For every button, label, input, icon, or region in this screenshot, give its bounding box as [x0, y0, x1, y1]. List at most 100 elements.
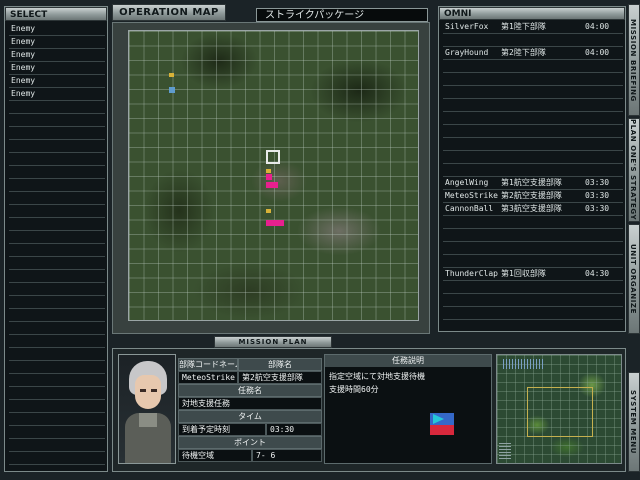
omni-row[interactable]: SilverFox 第1陸下部隊 04:00	[443, 21, 623, 34]
point-name[interactable]: 待機空域	[178, 449, 252, 462]
omni-row[interactable]: CannonBall 第3航空支援部隊 03:30	[443, 203, 623, 216]
omni-row-empty	[443, 229, 623, 242]
friendly-unit-marker[interactable]	[266, 174, 272, 180]
select-list-empty	[9, 348, 105, 361]
unit-organize-tab[interactable]: UNIT ORGANIZE	[628, 224, 640, 334]
select-list-empty	[9, 218, 105, 231]
select-list-empty	[9, 127, 105, 140]
omni-unit: 第1回収部隊	[501, 269, 546, 278]
select-list-item[interactable]: Enemy	[9, 49, 105, 62]
omni-unit: 第2陸下部隊	[501, 48, 546, 57]
operation-map[interactable]	[128, 30, 419, 321]
select-list-empty	[9, 400, 105, 413]
select-list-empty	[9, 413, 105, 426]
friendly-unit-marker[interactable]	[278, 220, 284, 226]
omni-row-empty	[443, 86, 623, 99]
enemy-flag-icon[interactable]	[169, 73, 174, 77]
select-list-item[interactable]: Enemy	[9, 36, 105, 49]
point-coordinate[interactable]: 7- 6	[252, 449, 322, 462]
omni-row-empty	[443, 255, 623, 268]
omni-row[interactable]: ThunderClap 第1回収部隊 04:30	[443, 268, 623, 281]
select-list-item[interactable]: Enemy	[9, 75, 105, 88]
briefing-line: 支援時間60分	[329, 385, 379, 394]
select-list-empty	[9, 153, 105, 166]
task-value[interactable]: 対地支援任務	[178, 397, 322, 410]
omni-callsign: ThunderClap	[445, 269, 498, 278]
omni-row-empty	[443, 151, 623, 164]
point-header: ポイント	[178, 436, 322, 449]
omni-row-empty	[443, 138, 623, 151]
omni-unit: 第1陸下部隊	[501, 22, 546, 31]
omni-row-empty	[443, 294, 623, 307]
omni-row-empty	[443, 34, 623, 47]
minimap-signal-bars	[503, 359, 543, 369]
time-header: タイム	[178, 410, 322, 423]
select-list-empty	[9, 179, 105, 192]
briefing-header: 任務説明	[325, 355, 491, 367]
omni-time: 03:30	[585, 204, 610, 213]
operation-map-header: OPERATION MAP	[112, 4, 226, 21]
select-list-empty	[9, 322, 105, 335]
briefing-box: 任務説明 指定空域にて対地支援待機 支援時間60分	[324, 354, 492, 464]
select-list-empty	[9, 257, 105, 270]
friendly-flag-icon[interactable]	[266, 169, 271, 173]
select-list-empty	[9, 101, 105, 114]
omni-panel-title: OMNI	[439, 7, 625, 20]
mission-target-icon	[430, 413, 454, 435]
select-list-empty	[9, 192, 105, 205]
omni-row-empty	[443, 164, 623, 177]
select-list-empty	[9, 231, 105, 244]
omni-row-empty	[443, 125, 623, 138]
omni-row[interactable]: MeteoStrike 第2航空支援部隊 03:30	[443, 190, 623, 203]
omni-row[interactable]: GrayHound 第2陸下部隊 04:00	[443, 47, 623, 60]
omni-row[interactable]: AngelWing 第1航空支援部隊 03:30	[443, 177, 623, 190]
select-list-empty	[9, 166, 105, 179]
eta-value[interactable]: 03:30	[266, 423, 322, 436]
codename-header: 部隊コードネーム	[178, 358, 238, 371]
map-selection-cursor[interactable]	[266, 150, 280, 164]
select-list-item[interactable]: Enemy	[9, 88, 105, 101]
select-list-empty	[9, 140, 105, 153]
minimap-viewport[interactable]	[527, 387, 593, 437]
task-header: 任務名	[178, 384, 322, 397]
portrait-collar	[139, 413, 157, 427]
omni-panel: OMNI SilverFox 第1陸下部隊 04:00 GrayHound 第2陸下部…	[438, 6, 626, 332]
friendly-unit-marker[interactable]	[272, 182, 278, 188]
omni-callsign: MeteoStrike	[445, 191, 498, 200]
omni-callsign: CannonBall	[445, 204, 494, 213]
portrait-face	[135, 375, 161, 409]
eta-label: 到着予定時刻	[178, 423, 266, 436]
omni-row-empty	[443, 73, 623, 86]
minimap[interactable]	[496, 354, 622, 464]
system-menu-tab[interactable]: SYSTEM MENU	[628, 372, 640, 472]
select-list-empty	[9, 283, 105, 296]
enemy-unit-marker[interactable]	[169, 87, 175, 93]
select-list-empty	[9, 296, 105, 309]
omni-time: 03:30	[585, 178, 610, 187]
select-list-item[interactable]: Enemy	[9, 62, 105, 75]
omni-callsign: SilverFox	[445, 22, 489, 31]
omni-unit: 第3航空支援部隊	[501, 204, 562, 213]
select-list-empty	[9, 270, 105, 283]
select-list-empty	[9, 439, 105, 452]
omni-row-empty	[443, 242, 623, 255]
omni-time: 04:30	[585, 269, 610, 278]
omni-row-empty	[443, 99, 623, 112]
omni-row-empty	[443, 281, 623, 294]
omni-unit: 第2航空支援部隊	[501, 191, 562, 200]
omni-time: 03:30	[585, 191, 610, 200]
select-list-item[interactable]: Enemy	[9, 23, 105, 36]
omni-callsign: GrayHound	[445, 48, 489, 57]
select-list-empty	[9, 387, 105, 400]
omni-row-empty	[443, 307, 623, 320]
select-list-empty	[9, 309, 105, 322]
select-panel: SELECT Enemy Enemy Enemy Enemy Enemy Ene…	[4, 6, 108, 472]
mission-briefing-tab[interactable]: MISSION BRIEFING	[628, 4, 640, 116]
plan-strategy-tab[interactable]: PLAN ONE'S STRATEGY	[628, 118, 640, 222]
friendly-flag-icon[interactable]	[266, 209, 271, 213]
briefing-line: 指定空域にて対地支援待機	[329, 372, 425, 381]
select-list-empty	[9, 374, 105, 387]
unitname-value: 第2航空支援部隊	[238, 371, 322, 384]
omni-unit: 第1航空支援部隊	[501, 178, 562, 187]
select-list-empty	[9, 426, 105, 439]
